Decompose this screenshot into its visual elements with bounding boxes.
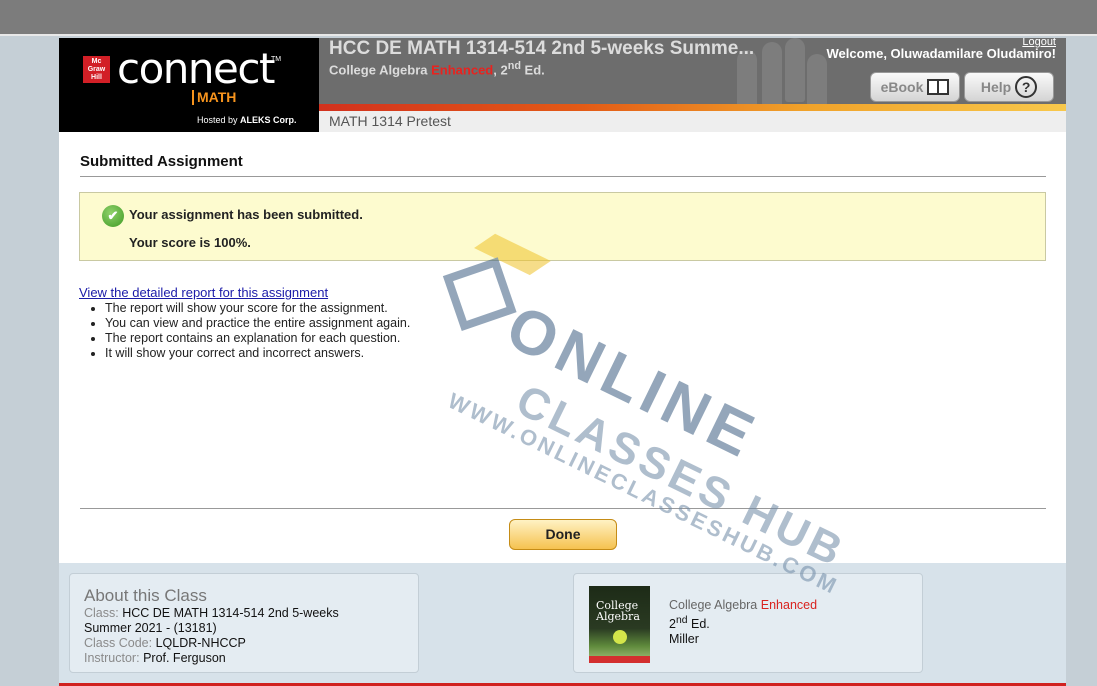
open-book-icon: [927, 79, 950, 95]
instructor-label: Instructor:: [84, 651, 140, 665]
math-wordmark: MATH: [192, 90, 236, 105]
question-mark-icon: ?: [1015, 76, 1038, 98]
divider: [80, 176, 1046, 177]
help-button[interactable]: Help ?: [964, 72, 1054, 102]
about-class-title: About this Class: [84, 586, 207, 605]
edition-suffix: Ed.: [687, 617, 710, 632]
trademark-mark: TM: [271, 56, 282, 63]
edition-sup: nd: [675, 615, 688, 626]
assignment-name-bar: MATH 1314 Pretest: [319, 111, 1066, 132]
mcgraw-hill-logo: Mc Graw Hill: [83, 56, 110, 83]
textbook-panel: College Algebra College Algebra Enhanced…: [573, 573, 923, 673]
edition-number: 2: [669, 617, 676, 632]
course-title: HCC DE MATH 1314-514 2nd 5-weeks Summe..…: [329, 38, 755, 59]
ebook-button[interactable]: eBook: [870, 72, 960, 102]
instructor-line: Instructor: Prof. Ferguson: [84, 651, 418, 666]
watermark-line-1: ONLINE: [495, 292, 770, 473]
score-message: Your score is 100%.: [129, 235, 251, 250]
browser-top-bar: [0, 0, 1097, 36]
list-item: You can view and practice the entire ass…: [105, 316, 410, 331]
class-term-value: Summer 2021 - (13181): [84, 621, 217, 635]
course-subtitle: College Algebra Enhanced, 2nd Ed.: [329, 60, 545, 77]
hosted-by-company: ALEKS Corp.: [240, 115, 297, 125]
submission-notice: ✔ Your assignment has been submitted. Yo…: [79, 192, 1046, 261]
textbook-info: College Algebra Enhanced 2nd Ed. Miller: [669, 598, 817, 647]
class-code-line: Class Code: LQLDR-NHCCP: [84, 636, 418, 651]
textbook-title-line: College Algebra Enhanced: [669, 598, 817, 613]
hosted-by-prefix: Hosted by: [197, 115, 238, 125]
ebook-label: eBook: [880, 79, 924, 95]
page-title: Submitted Assignment: [80, 153, 243, 170]
detailed-report-link[interactable]: View the detailed report for this assign…: [79, 285, 328, 300]
class-value: HCC DE MATH 1314-514 2nd 5-weeks: [122, 606, 339, 620]
textbook-cover-image[interactable]: College Algebra: [589, 586, 650, 663]
list-item: The report contains an explanation for e…: [105, 331, 410, 346]
check-circle-icon: ✔: [102, 205, 124, 227]
textbook-title: College Algebra: [669, 598, 758, 612]
page: Mc Graw Hill connect TM MATH Hosted by A…: [59, 38, 1066, 686]
tennis-ball-graphic: [613, 630, 627, 644]
textbook-author: Miller: [669, 632, 699, 647]
cover-title: College Algebra: [596, 600, 640, 622]
people-silhouette-decoration: [807, 54, 827, 104]
hosted-by-text: Hosted by ALEKS Corp.: [197, 115, 297, 125]
subtitle-enhanced: Enhanced: [431, 62, 494, 78]
list-item: It will show your correct and incorrect …: [105, 346, 410, 361]
report-info-list: The report will show your score for the …: [105, 301, 410, 361]
class-code-value: LQLDR-NHCCP: [155, 636, 246, 650]
subtitle-book: College Algebra: [329, 62, 428, 78]
instructor-value: Prof. Ferguson: [143, 651, 226, 665]
watermark-logo-icon: [442, 257, 517, 332]
subtitle-ed: Ed.: [520, 62, 545, 78]
class-code-label: Class Code:: [84, 636, 153, 650]
submitted-message: Your assignment has been submitted.: [129, 207, 363, 222]
subtitle-edition: , 2: [493, 62, 508, 78]
subtitle-edition-sup: nd: [507, 60, 521, 72]
class-name-line: Class: HCC DE MATH 1314-514 2nd 5-weeks: [84, 606, 418, 621]
class-label: Class:: [84, 606, 119, 620]
textbook-edition: 2nd Ed.: [669, 613, 817, 632]
people-silhouette-decoration: [785, 38, 805, 102]
divider: [80, 508, 1046, 509]
done-button[interactable]: Done: [509, 519, 617, 550]
help-label: Help: [980, 79, 1012, 95]
textbook-enhanced: Enhanced: [760, 598, 818, 612]
connect-math-logo[interactable]: Mc Graw Hill connect TM MATH Hosted by A…: [59, 38, 319, 132]
header-color-stripe: [319, 104, 1066, 111]
about-class-panel: About this Class Class: HCC DE MATH 1314…: [69, 573, 419, 673]
cover-line-2: Algebra: [596, 610, 640, 623]
list-item: The report will show your score for the …: [105, 301, 410, 316]
class-footer: About this Class Class: HCC DE MATH 1314…: [59, 563, 1066, 686]
cover-band: [589, 656, 650, 663]
connect-wordmark: connect: [117, 44, 275, 93]
course-header: HCC DE MATH 1314-514 2nd 5-weeks Summe..…: [319, 38, 1066, 104]
welcome-text: Welcome, Oluwadamilare Oludamiro!: [826, 46, 1057, 61]
